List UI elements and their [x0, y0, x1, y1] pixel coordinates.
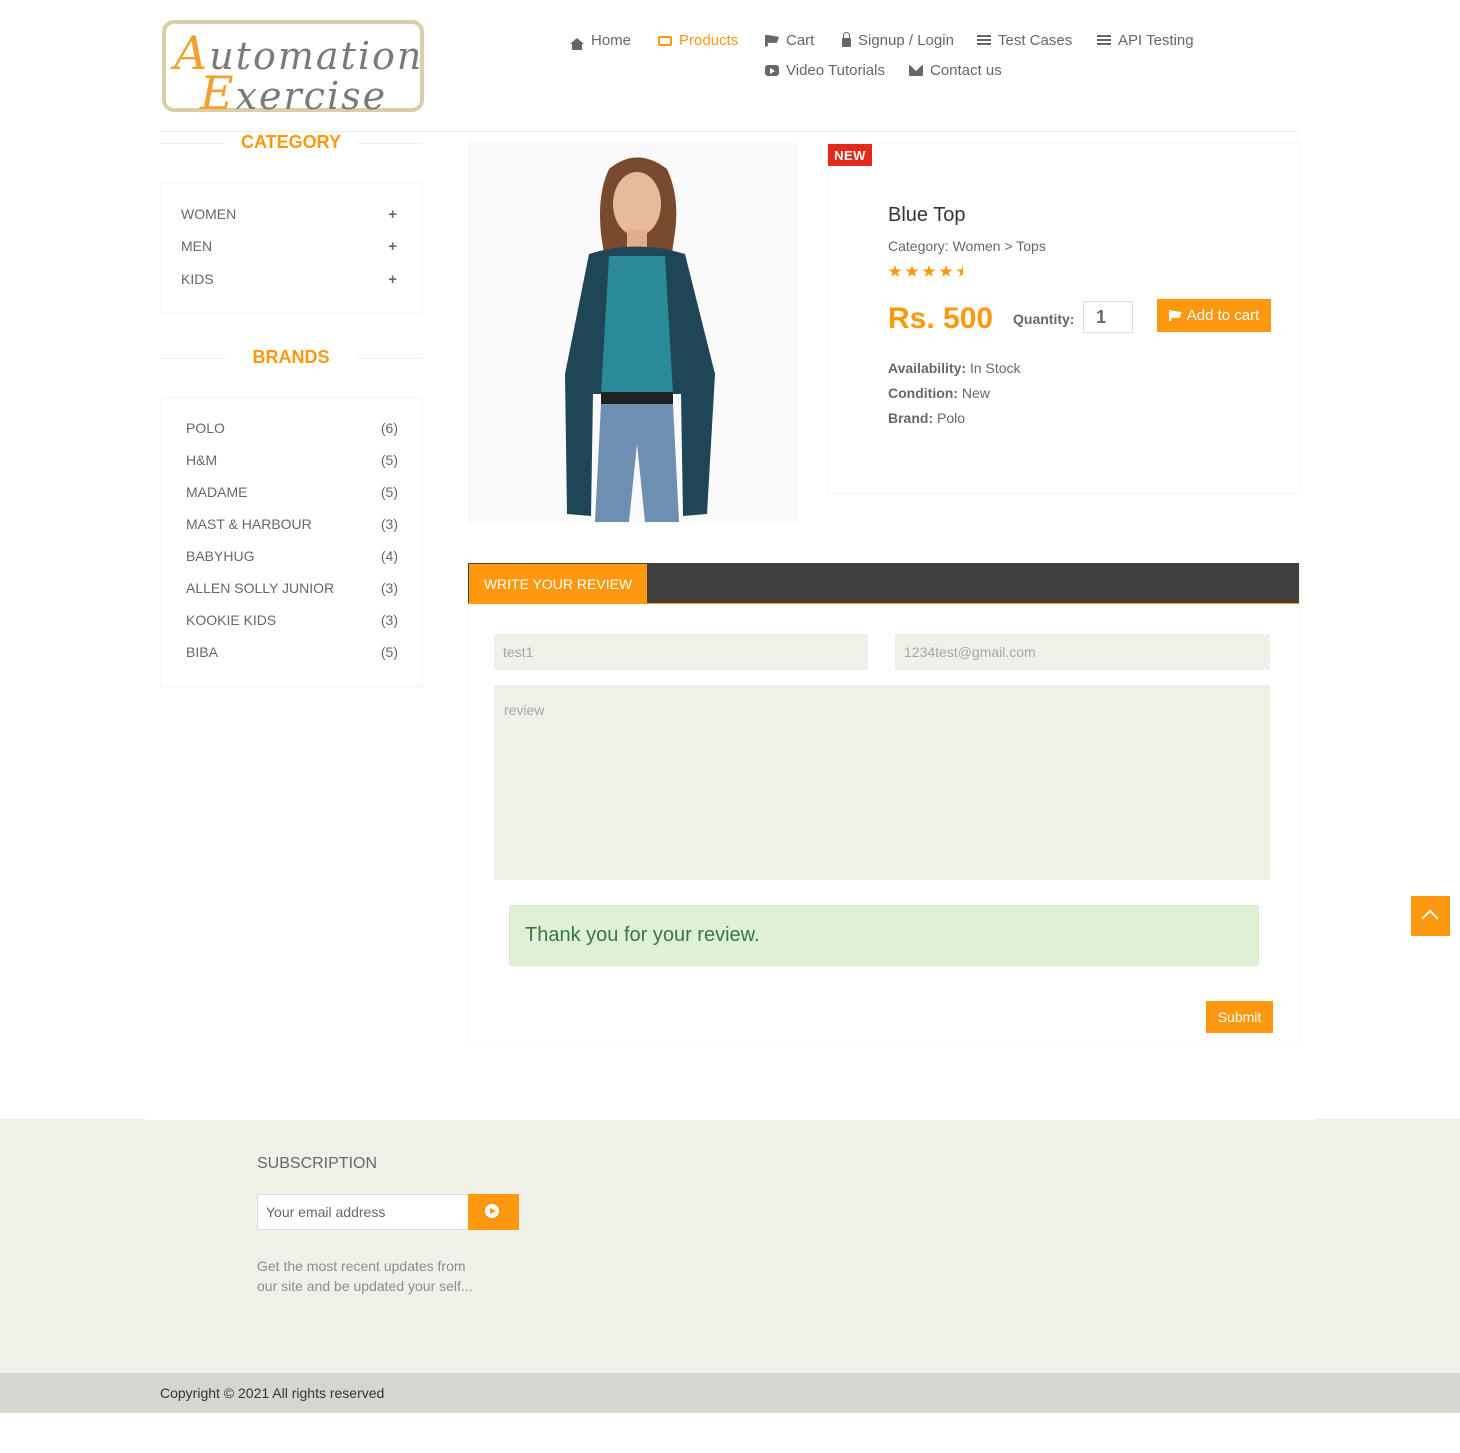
star-icon	[905, 265, 919, 277]
product-photo	[469, 144, 796, 522]
footer-divider	[145, 1118, 1315, 1120]
category-heading: Category	[160, 132, 422, 153]
plus-icon[interactable]: +	[388, 238, 397, 255]
site-logo[interactable]: Automation Exercise	[162, 20, 424, 120]
logo-line-2: Exercise	[200, 66, 388, 120]
condition: Condition: New	[888, 385, 990, 401]
list-icon	[1097, 34, 1111, 47]
star-half-icon	[956, 265, 970, 277]
footer-widget	[0, 1119, 1460, 1373]
category-women[interactable]: Women +	[181, 206, 403, 223]
nav-cart[interactable]: Cart	[765, 32, 814, 49]
availability: Availability: In Stock	[888, 360, 1021, 376]
nav-products[interactable]: Products	[658, 32, 738, 49]
star-icon	[922, 265, 936, 277]
review-textarea[interactable]: review	[494, 685, 1270, 880]
tab-write-review[interactable]: WRITE YOUR REVIEW	[469, 564, 647, 604]
plus-icon[interactable]: +	[388, 271, 397, 288]
brands-panel: Polo (6) H&M (5) Madame (5) Mast & Harbour(…	[160, 397, 423, 688]
nav-signup-login[interactable]: Signup / Login	[842, 31, 954, 49]
subscription-email-input[interactable]: Your email address	[257, 1194, 469, 1230]
brand-item[interactable]: Allen Solly Junior (3)	[186, 580, 398, 596]
list-icon	[977, 34, 991, 47]
nav-home[interactable]: Home	[570, 32, 631, 50]
cart-icon	[765, 34, 779, 47]
category-men[interactable]: Men +	[181, 238, 403, 255]
brand-item[interactable]: Polo (6)	[186, 420, 398, 436]
nav-contact-us[interactable]: Contact us	[909, 62, 1002, 79]
subscribe-button[interactable]	[468, 1194, 519, 1230]
brand-item[interactable]: Madame (5)	[186, 484, 398, 500]
brands-heading: Brands	[160, 347, 422, 368]
nav-test-cases[interactable]: Test Cases	[977, 32, 1072, 49]
plus-icon[interactable]: +	[388, 206, 397, 223]
star-icon	[939, 265, 953, 277]
product-name: Blue Top	[888, 204, 966, 226]
new-badge: NEW	[828, 144, 872, 166]
review-name-input[interactable]: test1	[494, 634, 868, 670]
brand: Brand: Polo	[888, 410, 966, 426]
product-category: Category: Women > Tops	[888, 238, 1046, 254]
review-email-input[interactable]: 1234test@gmail.com	[895, 634, 1270, 670]
product-image	[468, 143, 797, 523]
rating-stars	[888, 265, 970, 278]
product-box-icon	[658, 35, 672, 46]
youtube-icon	[765, 65, 779, 76]
nav-api-testing[interactable]: API Testing	[1097, 32, 1194, 49]
lock-icon	[842, 31, 851, 47]
category-panel: Women + Men + Kids +	[160, 183, 423, 313]
brand-item[interactable]: H&M (5)	[186, 452, 398, 468]
review-success-alert: Thank you for your review.	[509, 905, 1259, 966]
brand-item[interactable]: Kookie Kids (3)	[186, 612, 398, 628]
quantity-label: Quantity:	[1013, 311, 1075, 327]
brand-item[interactable]: Biba (5)	[186, 644, 398, 660]
envelope-icon	[909, 65, 923, 76]
copyright-text: Copyright © 2021 All rights reserved	[160, 1385, 385, 1401]
brand-item[interactable]: Mast & Harbour (3)	[186, 516, 398, 532]
star-icon	[888, 265, 902, 277]
nav-video-tutorials[interactable]: Video Tutorials	[765, 62, 885, 79]
product-price: Rs. 500	[888, 302, 994, 335]
brand-item[interactable]: Babyhug (4)	[186, 548, 398, 564]
review-submit-button[interactable]: Submit	[1206, 1001, 1273, 1033]
home-icon	[570, 37, 584, 50]
category-kids[interactable]: Kids +	[181, 271, 403, 288]
cart-icon	[1168, 310, 1182, 321]
subscription-description: Get the most recent updates from our sit…	[257, 1258, 473, 1294]
quantity-input[interactable]: 1	[1083, 301, 1133, 333]
scroll-up-button[interactable]	[1411, 896, 1450, 936]
subscription-title: Subscription	[257, 1155, 378, 1172]
add-to-cart-button[interactable]: Add to cart	[1157, 299, 1271, 332]
